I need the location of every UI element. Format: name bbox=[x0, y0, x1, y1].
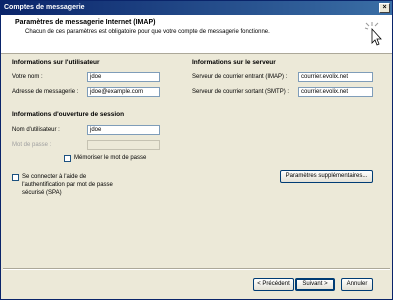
spa-checkbox[interactable] bbox=[12, 174, 19, 181]
outgoing-server-field[interactable]: courrier.evolix.net bbox=[298, 87, 373, 97]
incoming-server-field[interactable]: courrier.evolix.net bbox=[298, 72, 373, 82]
more-settings-button[interactable]: Paramètres supplémentaires... bbox=[280, 170, 373, 183]
password-label: Mot de passe : bbox=[12, 142, 52, 148]
dialog-window: Comptes de messagerie × Paramètres de me… bbox=[0, 0, 393, 300]
cancel-button[interactable]: Annuler bbox=[341, 278, 373, 291]
user-info-heading: Informations sur l'utilisateur bbox=[12, 59, 100, 66]
title-bar: Comptes de messagerie × bbox=[1, 1, 392, 15]
window-title: Comptes de messagerie bbox=[4, 4, 85, 11]
password-field[interactable] bbox=[87, 140, 160, 150]
username-field[interactable]: jdoe bbox=[87, 125, 160, 135]
wizard-header: Paramètres de messagerie Internet (IMAP)… bbox=[1, 15, 392, 54]
cursor-click-icon bbox=[364, 22, 382, 46]
email-field[interactable]: jdoe@example.com bbox=[87, 87, 160, 97]
header-subtitle: Chacun de ces paramètres est obligatoire… bbox=[25, 29, 270, 35]
remember-password-checkbox[interactable] bbox=[64, 155, 71, 162]
server-info-heading: Informations sur le serveur bbox=[192, 59, 276, 66]
name-label: Votre nom : bbox=[12, 74, 43, 80]
previous-button[interactable]: < Précédent bbox=[253, 278, 294, 291]
spa-label-line1: Se connecter à l'aide de bbox=[22, 174, 87, 180]
close-icon: × bbox=[382, 4, 387, 11]
header-title: Paramètres de messagerie Internet (IMAP) bbox=[15, 19, 156, 26]
incoming-server-label: Serveur de courrier entrant (IMAP) : bbox=[192, 74, 288, 80]
name-field[interactable]: jdoe bbox=[87, 72, 160, 82]
remember-password-label: Mémoriser le mot de passe bbox=[74, 155, 147, 161]
next-button[interactable]: Suivant > bbox=[295, 278, 335, 291]
close-button[interactable]: × bbox=[379, 3, 390, 13]
login-info-heading: Informations d'ouverture de session bbox=[12, 111, 125, 118]
settings-panel: Informations sur l'utilisateur Votre nom… bbox=[2, 54, 391, 261]
email-label: Adresse de messagerie : bbox=[12, 89, 79, 95]
spa-label-line3: sécurisé (SPA) bbox=[22, 190, 62, 196]
username-label: Nom d'utilisateur : bbox=[12, 127, 60, 133]
outgoing-server-label: Serveur de courrier sortant (SMTP) : bbox=[192, 89, 290, 95]
footer-separator bbox=[3, 268, 390, 270]
spa-label-line2: l'authentification par mot de passe bbox=[22, 182, 113, 188]
